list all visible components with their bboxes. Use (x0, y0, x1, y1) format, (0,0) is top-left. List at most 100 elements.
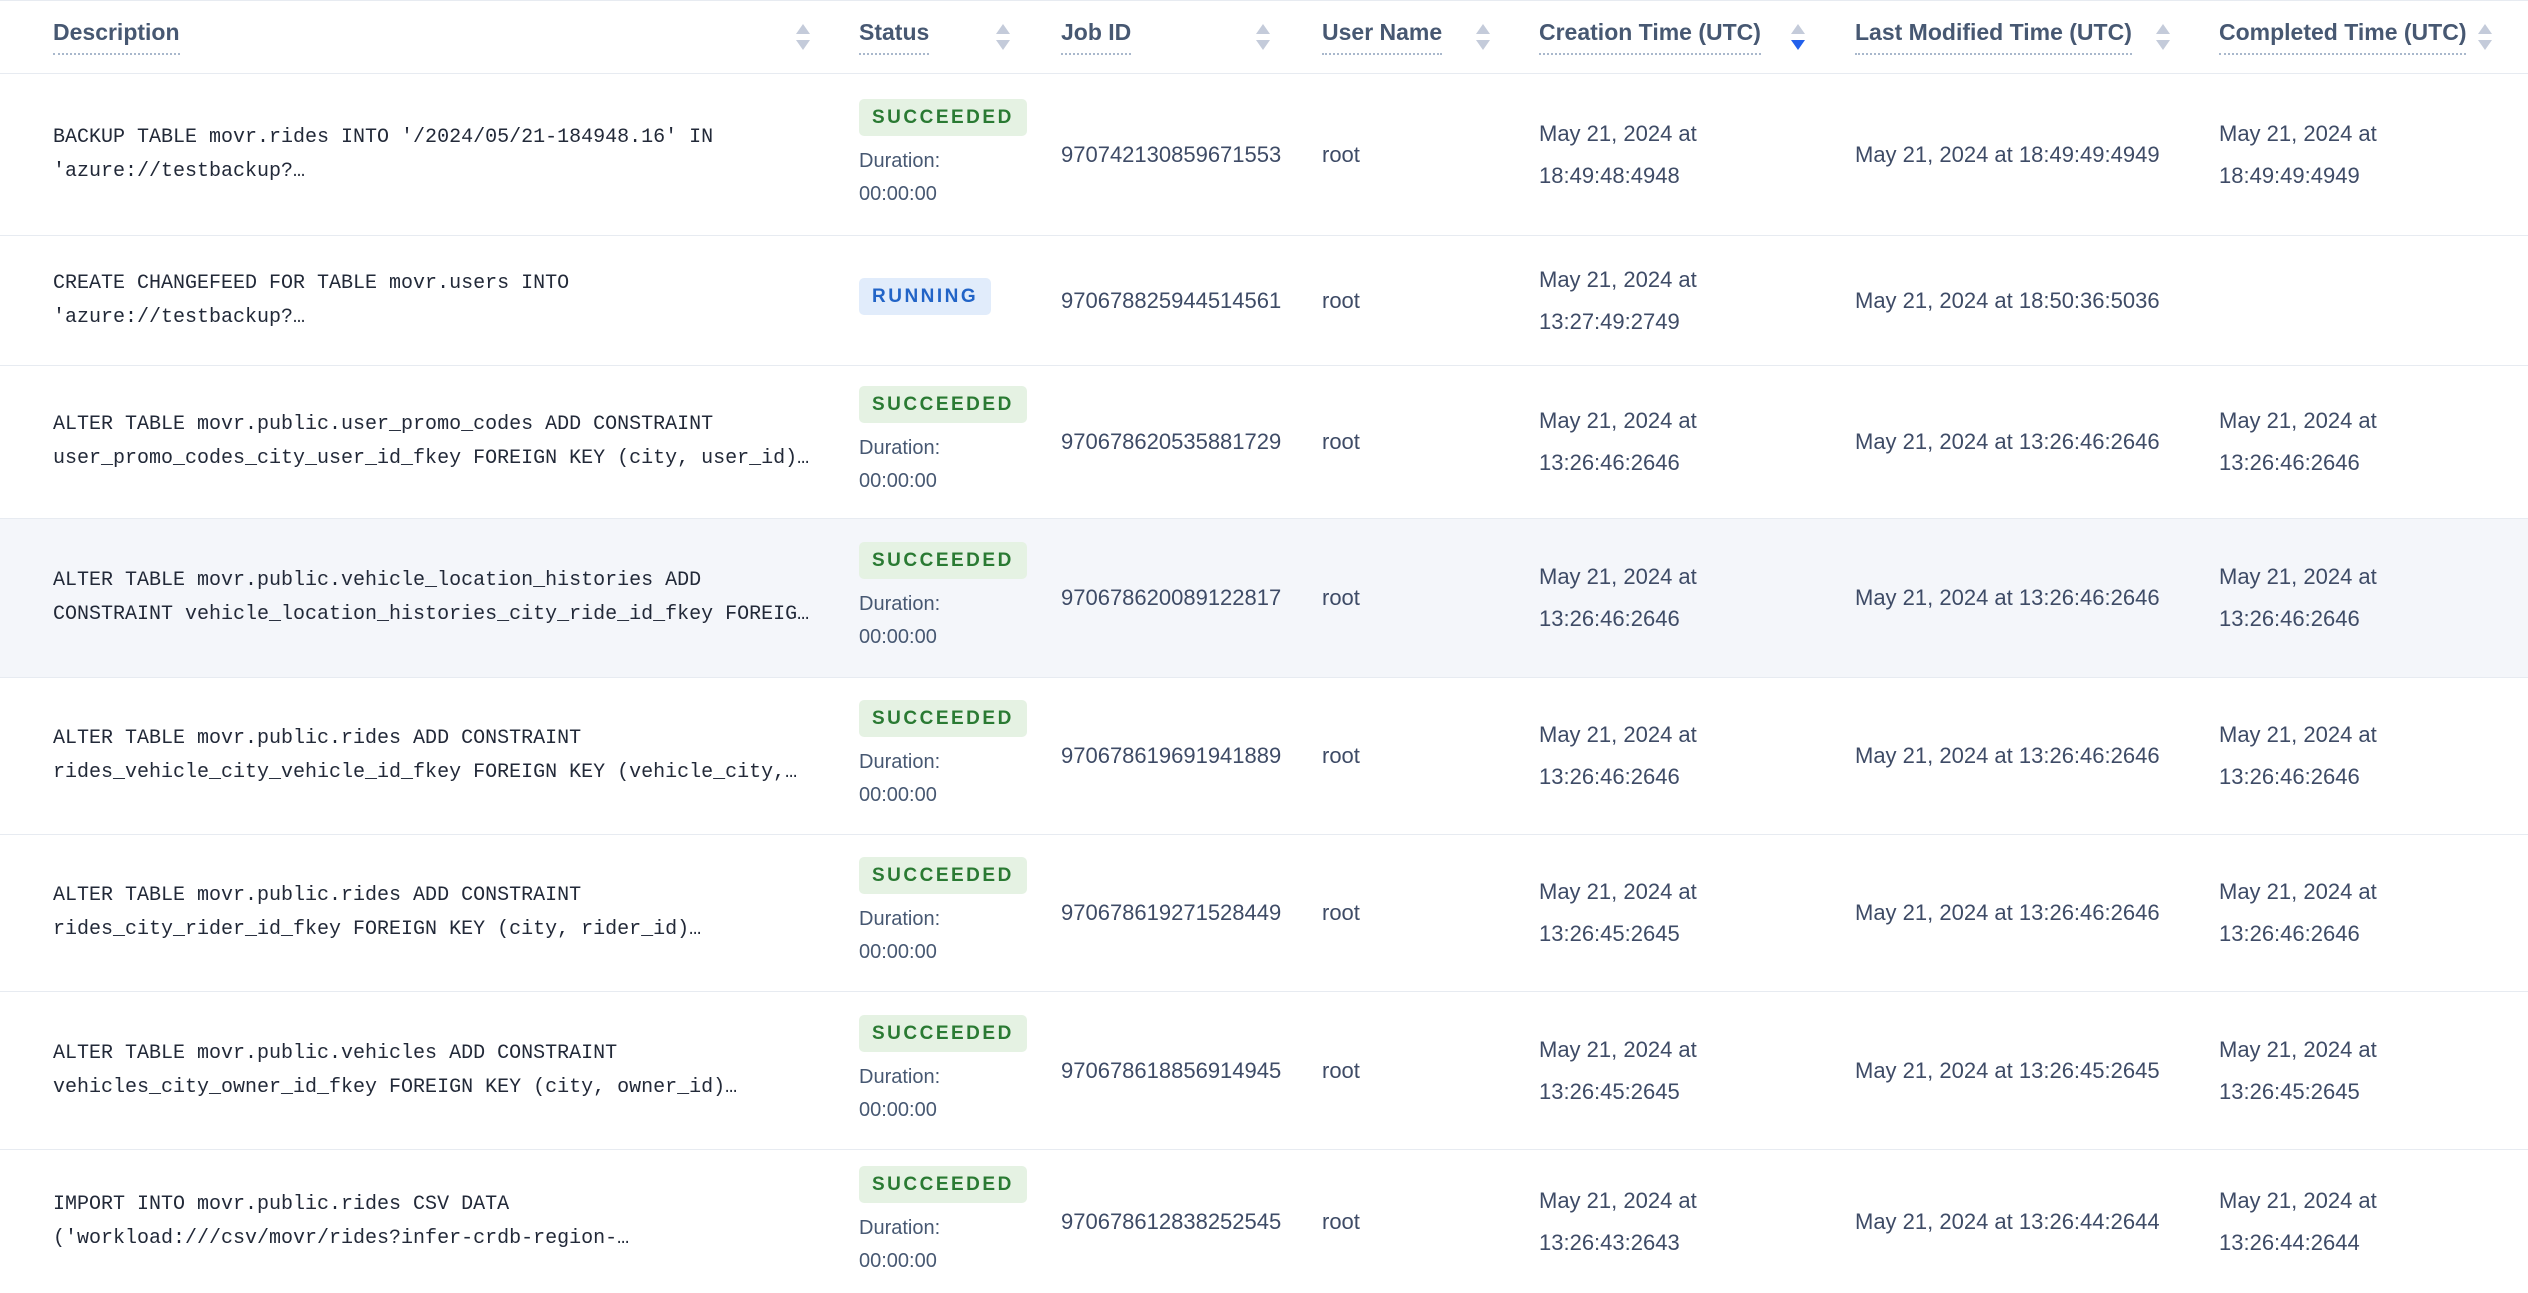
table-row: BACKUP TABLE movr.rides INTO '/2024/05/2… (0, 74, 2528, 236)
sort-desc-icon (796, 40, 810, 50)
job-description-link[interactable]: CREATE CHANGEFEED FOR TABLE movr.users I… (53, 267, 569, 335)
status-stack: SUCCEEDED Duration: 00:00:00 (859, 857, 1050, 969)
column-header-creation-time[interactable]: Creation Time (UTC) (1530, 19, 1845, 55)
jobs-table-header: Description Status Job ID User Name Crea… (0, 1, 2528, 74)
jobs-table: Description Status Job ID User Name Crea… (0, 0, 2528, 1293)
status-badge: SUCCEEDED (859, 542, 1027, 579)
duration-value: 00:00:00 (859, 470, 937, 492)
status-stack: SUCCEEDED Duration: 00:00:00 (859, 386, 1050, 498)
user-name-cell: root (1322, 287, 1360, 313)
job-id-cell: 970678825944514561 (1061, 287, 1282, 313)
status-badge: SUCCEEDED (859, 1165, 1027, 1203)
description-cell: ALTER TABLE movr.public.rides ADD CONSTR… (0, 879, 850, 947)
user-name-cell: root (1322, 585, 1360, 610)
column-label: User Name (1322, 19, 1443, 55)
duration-value: 00:00:00 (859, 1249, 937, 1272)
table-row: ALTER TABLE movr.public.vehicles ADD CON… (0, 992, 2528, 1150)
status-stack: SUCCEEDED Duration: 00:00:00 (859, 1165, 1050, 1278)
status-cell: SUCCEEDED Duration: 00:00:00 (850, 542, 1050, 654)
description-cell: ALTER TABLE movr.public.vehicles ADD CON… (0, 1037, 850, 1105)
column-header-last-modified-time[interactable]: Last Modified Time (UTC) (1845, 19, 2210, 55)
duration-label: Duration: (859, 437, 941, 459)
user-name-cell: root (1322, 141, 1360, 167)
job-description-link[interactable]: ALTER TABLE movr.public.user_promo_codes… (53, 408, 809, 476)
creation-time-cell: May 21, 2024 at 13:26:45:2645 (1539, 1036, 1697, 1104)
creation-time-cell: May 21, 2024 at 13:26:46:2646 (1539, 408, 1697, 475)
job-id-cell: 970678619691941889 (1061, 743, 1282, 768)
table-row: ALTER TABLE movr.public.rides ADD CONSTR… (0, 835, 2528, 992)
creation-time-cell: May 21, 2024 at 13:27:49:2749 (1539, 266, 1697, 334)
sort-arrows-icon (1476, 24, 1490, 50)
column-header-status[interactable]: Status (850, 19, 1050, 55)
status-cell: SUCCEEDED Duration: 00:00:00 (850, 98, 1050, 211)
creation-time-cell: May 21, 2024 at 18:49:48:4948 (1539, 120, 1697, 188)
job-id-cell: 970678620535881729 (1061, 429, 1282, 454)
column-header-description[interactable]: Description (0, 19, 850, 55)
sort-desc-icon (2156, 40, 2170, 50)
status-cell: SUCCEEDED Duration: 00:00:00 (850, 857, 1050, 969)
status-cell: SUCCEEDED Duration: 00:00:00 (850, 386, 1050, 498)
creation-time-cell: May 21, 2024 at 13:26:45:2645 (1539, 879, 1697, 946)
job-description-link[interactable]: ALTER TABLE movr.public.rides ADD CONSTR… (53, 722, 797, 790)
user-name-cell: root (1322, 1208, 1360, 1234)
duration-label: Duration: (859, 751, 941, 773)
status-cell: RUNNING (850, 277, 1050, 324)
completed-time-cell: May 21, 2024 at 13:26:46:2646 (2219, 564, 2377, 631)
duration-label: Duration: (859, 908, 941, 930)
sort-desc-icon (2478, 40, 2493, 50)
table-row: CREATE CHANGEFEED FOR TABLE movr.users I… (0, 236, 2528, 366)
column-label: Description (53, 19, 180, 55)
last-modified-time-cell: May 21, 2024 at 13:26:45:2645 (1855, 1057, 2160, 1083)
duration-label: Duration: (859, 593, 941, 615)
table-row: IMPORT INTO movr.public.rides CSV DATA (… (0, 1150, 2528, 1293)
sort-desc-icon (1256, 40, 1270, 50)
table-row: ALTER TABLE movr.public.user_promo_codes… (0, 366, 2528, 519)
completed-time-cell: May 21, 2024 at 13:26:44:2644 (2219, 1187, 2377, 1255)
last-modified-time-cell: May 21, 2024 at 13:26:46:2646 (1855, 743, 2160, 768)
sort-asc-icon (1476, 24, 1490, 34)
column-header-job-id[interactable]: Job ID (1050, 19, 1310, 55)
status-stack: SUCCEEDED Duration: 00:00:00 (859, 700, 1050, 812)
job-id-cell: 970678612838252545 (1061, 1208, 1282, 1234)
sort-desc-icon (1791, 40, 1805, 50)
column-header-user-name[interactable]: User Name (1310, 19, 1530, 55)
duration-value: 00:00:00 (859, 941, 937, 963)
sort-arrows-icon (1256, 24, 1270, 50)
job-id-cell: 970742130859671553 (1061, 141, 1282, 167)
sort-arrows-icon (796, 24, 810, 50)
completed-time-cell: May 21, 2024 at 13:26:46:2646 (2219, 408, 2377, 475)
jobs-table-body: BACKUP TABLE movr.rides INTO '/2024/05/2… (0, 74, 2528, 1293)
description-cell: ALTER TABLE movr.public.rides ADD CONSTR… (0, 722, 850, 790)
column-header-completed-time[interactable]: Completed Time (UTC) (2210, 19, 2528, 55)
sort-arrows-icon (996, 24, 1010, 50)
description-cell: IMPORT INTO movr.public.rides CSV DATA (… (0, 1188, 850, 1256)
last-modified-time-cell: May 21, 2024 at 18:50:36:5036 (1855, 287, 2160, 313)
duration-value: 00:00:00 (859, 1098, 937, 1121)
completed-time-cell: May 21, 2024 at 13:26:46:2646 (2219, 879, 2377, 946)
status-stack: SUCCEEDED Duration: 00:00:00 (859, 98, 1050, 211)
status-badge: RUNNING (859, 277, 992, 315)
sort-arrows-icon (2478, 24, 2493, 50)
job-description-link[interactable]: ALTER TABLE movr.public.vehicle_location… (53, 564, 809, 632)
user-name-cell: root (1322, 743, 1360, 768)
duration-value: 00:00:00 (859, 784, 937, 806)
sort-asc-icon (2156, 24, 2170, 34)
job-description-link[interactable]: BACKUP TABLE movr.rides INTO '/2024/05/2… (53, 121, 713, 189)
table-row: ALTER TABLE movr.public.rides ADD CONSTR… (0, 678, 2528, 835)
description-cell: ALTER TABLE movr.public.user_promo_codes… (0, 408, 850, 476)
sort-asc-icon (1256, 24, 1270, 34)
duration-value: 00:00:00 (859, 182, 937, 205)
sort-desc-icon (1476, 40, 1490, 50)
user-name-cell: root (1322, 429, 1360, 454)
last-modified-time-cell: May 21, 2024 at 13:26:46:2646 (1855, 585, 2160, 610)
table-row: ALTER TABLE movr.public.vehicle_location… (0, 519, 2528, 678)
completed-time-cell: May 21, 2024 at 18:49:49:4949 (2219, 120, 2377, 188)
column-label: Creation Time (UTC) (1539, 19, 1761, 55)
job-description-link[interactable]: ALTER TABLE movr.public.vehicles ADD CON… (53, 1037, 737, 1105)
job-description-link[interactable]: IMPORT INTO movr.public.rides CSV DATA (… (53, 1188, 629, 1256)
status-cell: SUCCEEDED Duration: 00:00:00 (850, 1165, 1050, 1278)
job-id-cell: 970678618856914945 (1061, 1057, 1282, 1083)
column-label: Status (859, 19, 930, 55)
column-label: Last Modified Time (UTC) (1855, 19, 2132, 55)
job-description-link[interactable]: ALTER TABLE movr.public.rides ADD CONSTR… (53, 879, 701, 947)
